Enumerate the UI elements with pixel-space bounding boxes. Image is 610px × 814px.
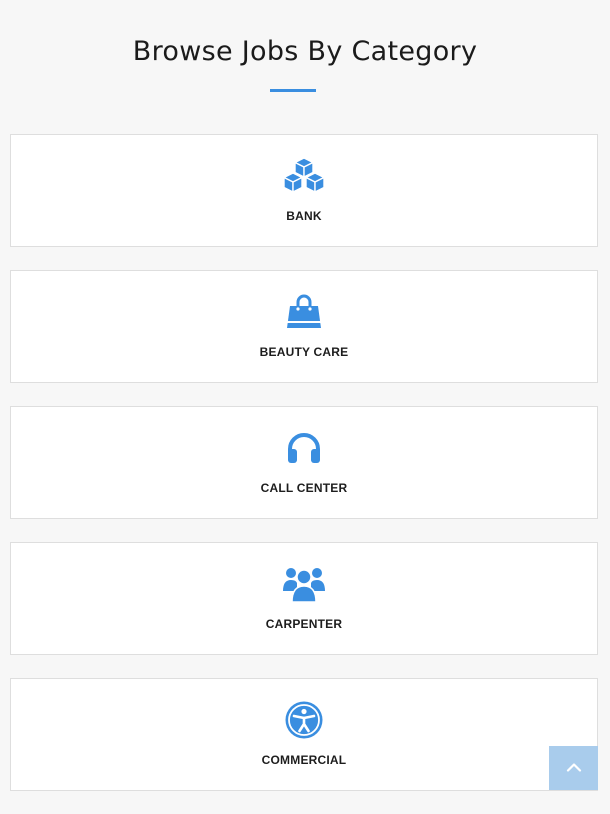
back-to-top-button[interactable] xyxy=(549,746,598,790)
category-list: BANK BEAUTY CARE CALL CENTER CARPENTER C… xyxy=(10,134,598,814)
universal-access-icon xyxy=(280,699,328,741)
page-title: Browse Jobs By Category xyxy=(132,36,478,67)
category-card-call-center[interactable]: CALL CENTER xyxy=(10,406,598,519)
category-card-commercial[interactable]: COMMERCIAL xyxy=(10,678,598,791)
category-card-carpenter[interactable]: CARPENTER xyxy=(10,542,598,655)
title-underline xyxy=(270,89,316,92)
category-label: CALL CENTER xyxy=(260,481,348,495)
category-label: BANK xyxy=(286,209,322,223)
category-card-beauty-care[interactable]: BEAUTY CARE xyxy=(10,270,598,383)
chevron-up-icon xyxy=(566,759,582,777)
cubes-icon xyxy=(280,155,328,197)
headphones-icon xyxy=(280,427,328,469)
category-card-bank[interactable]: BANK xyxy=(10,134,598,247)
category-label: BEAUTY CARE xyxy=(259,345,349,359)
shopping-bag-icon xyxy=(280,291,328,333)
category-label: CARPENTER xyxy=(265,617,343,631)
users-icon xyxy=(280,563,328,605)
category-label: COMMERCIAL xyxy=(261,753,347,767)
